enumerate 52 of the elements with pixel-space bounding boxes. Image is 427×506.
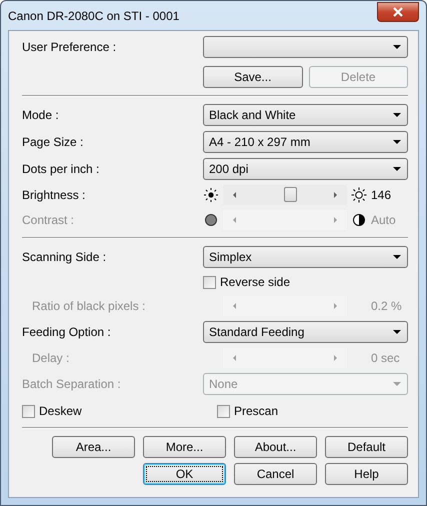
field-label: Mode : (22, 107, 60, 124)
checkbox-label[interactable]: Reverse side (220, 273, 290, 291)
field-label: Feeding Option : (22, 324, 112, 341)
circle-icon (203, 212, 219, 228)
button[interactable]: Cancel (234, 463, 317, 485)
slider-track[interactable] (223, 185, 347, 205)
slider-thumb[interactable] (284, 187, 297, 202)
dropdown[interactable] (203, 36, 408, 58)
sun-icon (203, 187, 219, 203)
field-label: Delay : (31, 350, 70, 367)
field-label: Dots per inch : (22, 161, 100, 178)
arrow-right-icon (334, 192, 337, 198)
dropdown[interactable]: 200 dpi (203, 158, 408, 180)
checkbox[interactable] (217, 404, 230, 418)
arrow-left-icon (233, 192, 236, 198)
arrow-left-icon (233, 217, 236, 223)
field-label: Contrast : (22, 212, 76, 229)
checkbox[interactable] (203, 276, 216, 288)
close-button[interactable] (377, 2, 419, 22)
field-label: Scanning Side : (22, 249, 108, 266)
field-label: Brightness : (22, 187, 86, 204)
arrow-right-icon (334, 217, 337, 223)
dropdown[interactable]: A4 - 210 x 297 mm (203, 131, 408, 153)
field-label: User Preference : (22, 39, 118, 56)
checkbox-label[interactable]: Deskew (39, 402, 82, 420)
value-reading: 0 sec (371, 350, 400, 367)
dropdown[interactable]: Black and White (203, 104, 408, 126)
dropdown[interactable]: Simplex (203, 246, 408, 268)
dropdown[interactable]: Standard Feeding (203, 321, 408, 343)
button[interactable]: About... (234, 436, 317, 458)
button[interactable]: Area... (52, 436, 135, 458)
field-label: Page Size : (22, 134, 84, 151)
value-reading: Auto (371, 212, 396, 229)
button[interactable]: Default (325, 436, 408, 458)
button[interactable]: Help (325, 463, 408, 485)
value-reading: 146 (371, 187, 392, 204)
arrow-right-icon (334, 355, 337, 361)
close-icon (392, 6, 404, 16)
arrow-left-icon (233, 355, 236, 361)
contrast-icon (351, 212, 367, 228)
arrow-left-icon (233, 303, 236, 309)
button[interactable]: Save... (203, 66, 302, 88)
checkbox[interactable] (22, 404, 35, 418)
field-label: Ratio of black pixels : (31, 298, 146, 315)
value-reading: 0.2 % (371, 298, 402, 315)
checkbox-label[interactable]: Prescan (234, 402, 278, 420)
button[interactable]: OK (143, 463, 226, 485)
window-title: Canon DR-2080C on STI - 0001 (8, 8, 180, 24)
field-label: Batch Separation : (22, 376, 122, 393)
button[interactable]: More... (143, 436, 226, 458)
arrow-right-icon (334, 303, 337, 309)
sun-icon (351, 187, 367, 203)
